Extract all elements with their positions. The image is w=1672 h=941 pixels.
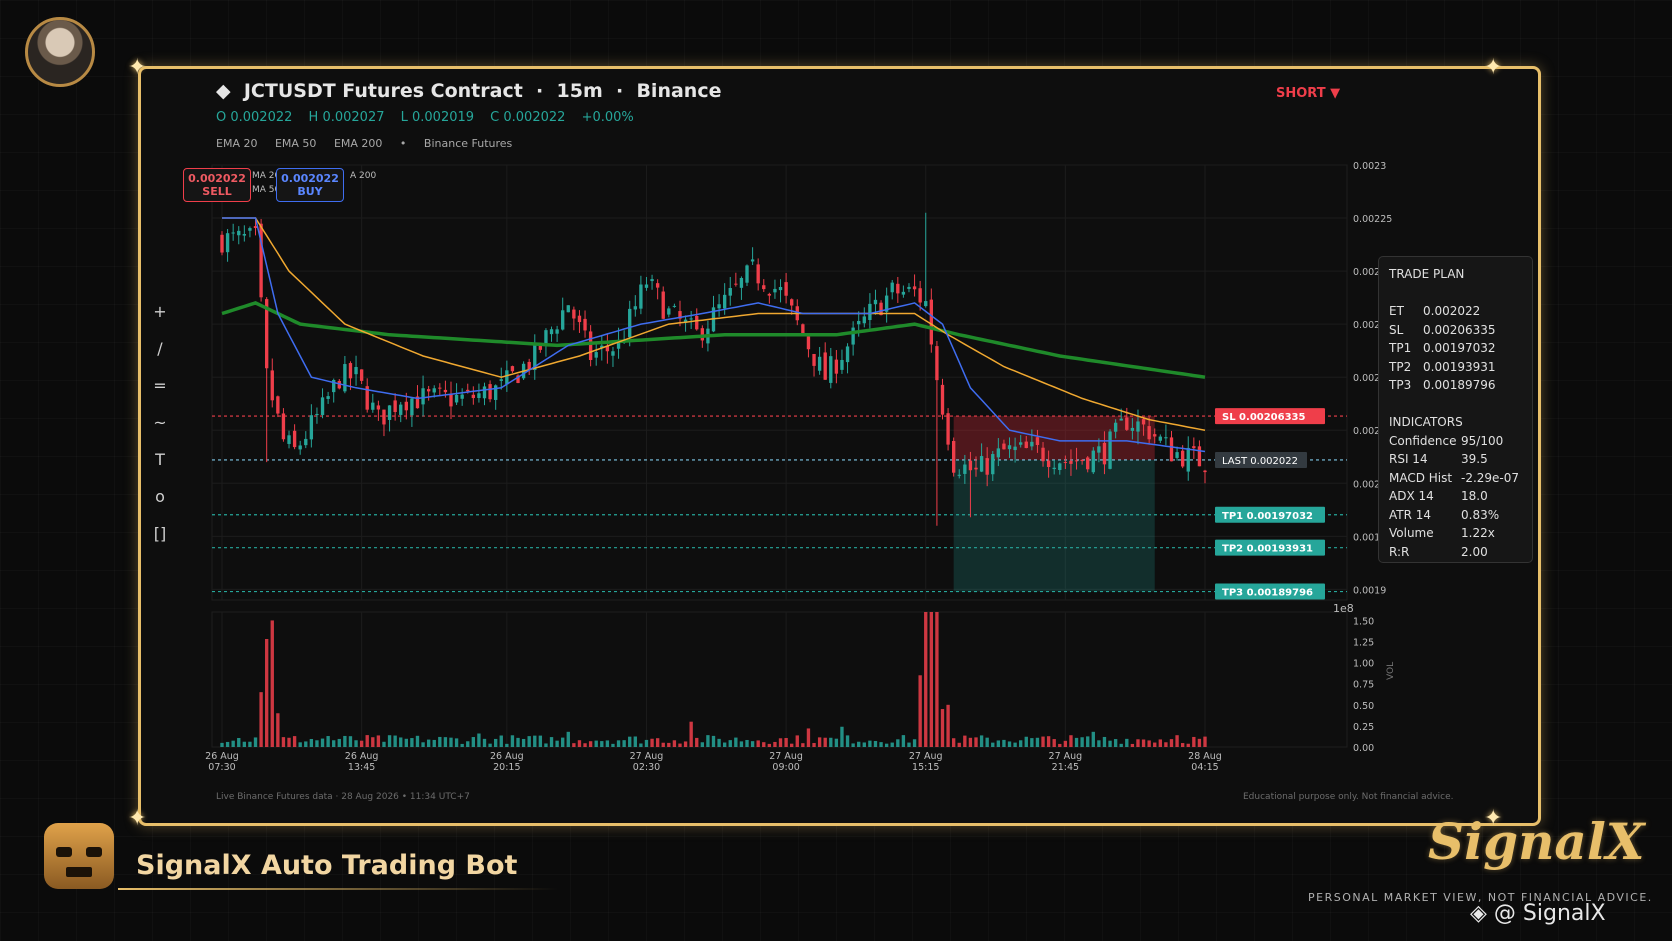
separator: · <box>609 80 630 102</box>
trade-level-key: TP3 <box>1389 378 1412 392</box>
trade-plan-panel: TRADE PLAN ET 0.002022 SL 0.00206335 TP1 0.00… <box>1378 256 1533 563</box>
indicator-row: ADX 14 18.0 <box>1389 489 1522 508</box>
sell-label: SELL <box>202 185 232 198</box>
indicator-key: ADX 14 <box>1389 489 1434 503</box>
indicators-title: INDICATORS <box>1389 415 1463 429</box>
indicator-key: MACD Hist <box>1389 470 1453 485</box>
chart-frame <box>138 66 1541 826</box>
trade-level-value: 0.00193931 <box>1423 359 1496 374</box>
indicator-value: 18.0 <box>1461 489 1488 503</box>
trade-level-value: 0.00197032 <box>1423 341 1496 355</box>
trade-level-row: TP2 0.00193931 <box>1389 360 1522 379</box>
indicator-value: 95/100 <box>1461 433 1504 448</box>
watermark: ◈ @ SignalX <box>1470 901 1606 926</box>
indicator-row: R:R 2.00 <box>1389 545 1522 564</box>
trendline-tool[interactable]: / <box>148 339 172 376</box>
sell-price-box[interactable]: 0.002022 SELL <box>183 168 251 202</box>
indicator-key: RSI 14 <box>1389 452 1428 466</box>
trade-level-value: 0.002022 <box>1423 304 1481 318</box>
change-value: +0.00% <box>581 110 634 125</box>
indicator-key: Confidence <box>1389 433 1457 448</box>
trade-level-value: 0.00206335 <box>1423 322 1496 337</box>
trade-level-key: SL <box>1389 322 1404 337</box>
trade-level-row: TP3 0.00189796 <box>1389 378 1522 397</box>
binance-square-icon: ◈ <box>1470 901 1487 926</box>
brush-tool[interactable]: ~ <box>148 413 172 450</box>
bullet-separator: • <box>399 137 407 150</box>
sparkle-icon: ✦ <box>1484 55 1503 80</box>
sparkle-icon: ✦ <box>128 55 147 80</box>
trade-level-row: ET 0.002022 <box>1389 304 1522 323</box>
data-source-label: Binance Futures <box>423 137 513 150</box>
crosshair-tool[interactable]: + <box>148 302 172 339</box>
open-value: O 0.002022 <box>216 110 293 125</box>
indicator-row: ATR 14 0.83% <box>1389 508 1522 527</box>
sparkle-icon: ✦ <box>128 806 147 831</box>
high-value: H 0.002027 <box>308 110 385 125</box>
indicator-ema20[interactable]: EMA 20 <box>216 137 257 150</box>
exchange-label: Binance <box>636 80 722 102</box>
indicator-ema50[interactable]: EMA 50 <box>275 137 316 150</box>
signalx-logo: SignalX <box>1428 812 1645 871</box>
avatar[interactable] <box>25 17 95 87</box>
divider <box>118 888 558 890</box>
robot-icon <box>44 823 114 889</box>
data-source-footer: Live Binance Futures data · 28 Aug 2026 … <box>216 792 470 802</box>
indicator-value: 1.22x <box>1461 526 1495 540</box>
indicator-key: ATR 14 <box>1389 507 1432 522</box>
trade-level-row: SL 0.00206335 <box>1389 323 1522 342</box>
separator: · <box>529 80 550 102</box>
text-tool[interactable]: T <box>148 450 172 487</box>
trade-level-value: 0.00189796 <box>1423 378 1496 392</box>
buy-price: 0.002022 <box>281 172 339 185</box>
buy-price-box[interactable]: 0.002022 BUY <box>276 168 344 202</box>
indicator-row: Volume 1.22x <box>1389 526 1522 545</box>
watermark-text: @ SignalX <box>1493 901 1606 926</box>
indicator-row: MACD Hist -2.29e-07 <box>1389 471 1522 490</box>
indicator-value: -2.29e-07 <box>1461 470 1520 485</box>
circle-tool[interactable]: o <box>148 487 172 524</box>
drawing-toolbar: + / = ~ T o [] <box>148 302 172 561</box>
timeframe-label[interactable]: 15m <box>557 80 603 102</box>
rectangle-tool[interactable]: [] <box>148 524 172 561</box>
chart-title: ◆ JCTUSDT Futures Contract · 15m · Binan… <box>216 80 721 102</box>
indicator-row: RSI 14 39.5 <box>1389 452 1522 471</box>
indicator-value: 2.00 <box>1461 544 1488 559</box>
parallel-lines-tool[interactable]: = <box>148 376 172 413</box>
indicator-key: Volume <box>1389 526 1434 540</box>
trade-level-key: TP2 <box>1389 359 1412 374</box>
direction-dropdown[interactable]: SHORT ▼ <box>1276 86 1340 101</box>
trade-level-key: ET <box>1389 304 1404 318</box>
indicator-ema200[interactable]: EMA 200 <box>334 137 382 150</box>
disclaimer-footer: Educational purpose only. Not financial … <box>1243 792 1454 802</box>
trade-plan-title: TRADE PLAN <box>1389 267 1465 281</box>
buy-label: BUY <box>297 185 323 198</box>
symbol-title: JCTUSDT Futures Contract <box>243 80 523 102</box>
ohlc-readout: O 0.002022 H 0.002027 L 0.002019 C 0.002… <box>216 110 646 125</box>
indicator-value: 39.5 <box>1461 452 1488 466</box>
indicator-legend: EMA 20 EMA 50 EMA 200 • Binance Futures <box>216 137 526 150</box>
close-value: C 0.002022 <box>490 110 566 125</box>
diamond-icon: ◆ <box>216 80 231 102</box>
bot-title: SignalX Auto Trading Bot <box>136 850 518 881</box>
indicator-row: Confidence 95/100 <box>1389 434 1522 453</box>
trade-level-row: TP1 0.00197032 <box>1389 341 1522 360</box>
indicator-key: R:R <box>1389 544 1410 559</box>
sell-price: 0.002022 <box>188 172 246 185</box>
trade-level-key: TP1 <box>1389 341 1412 355</box>
low-value: L 0.002019 <box>400 110 475 125</box>
indicator-value: 0.83% <box>1461 507 1500 522</box>
